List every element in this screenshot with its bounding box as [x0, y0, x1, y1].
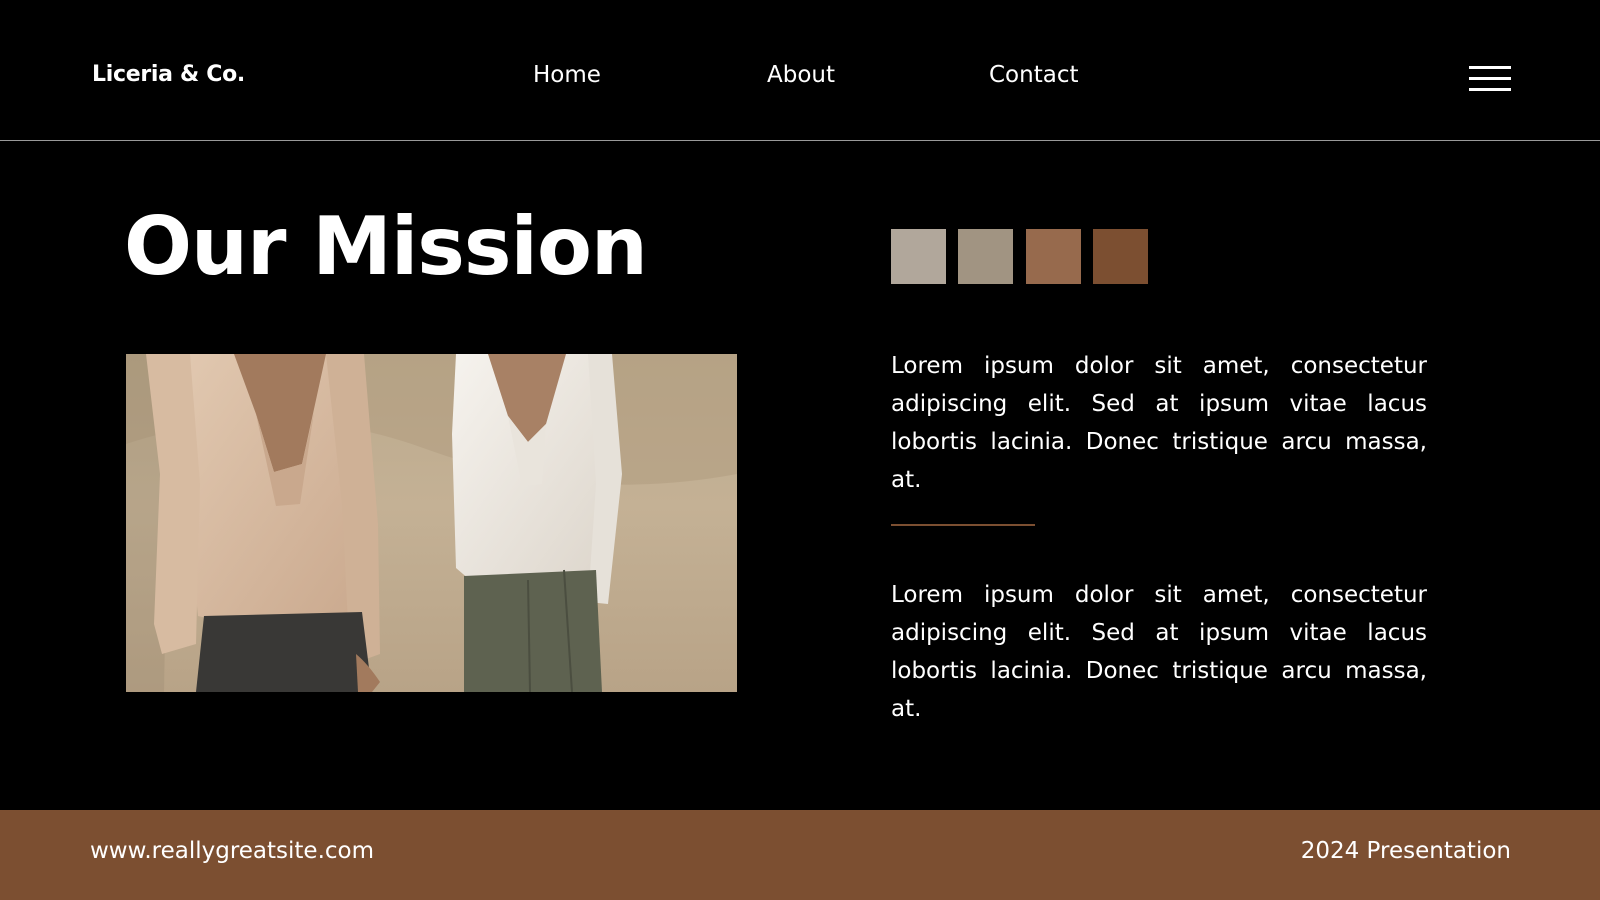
footer-website-link[interactable]: www.reallygreatsite.com: [90, 838, 374, 864]
nav-link-about[interactable]: About: [767, 62, 835, 88]
section-divider: [891, 524, 1035, 526]
models-photo: [126, 354, 737, 692]
page-title: Our Mission: [124, 200, 648, 293]
menu-icon-line: [1469, 88, 1511, 91]
footer-bar: www.reallygreatsite.com 2024 Presentatio…: [0, 810, 1600, 900]
mission-paragraph: Lorem ipsum dolor sit amet, consectetur …: [891, 582, 1427, 722]
hamburger-menu-icon[interactable]: [1469, 66, 1511, 92]
brand-logo-text[interactable]: Liceria & Co.: [92, 62, 245, 87]
menu-icon-line: [1469, 77, 1511, 80]
mission-paragraph: Lorem ipsum dolor sit amet, consectetur …: [891, 353, 1427, 493]
color-swatch: [1093, 229, 1148, 284]
nav-link-contact[interactable]: Contact: [989, 62, 1078, 88]
menu-icon-line: [1469, 66, 1511, 69]
color-swatch: [1026, 229, 1081, 284]
footer-presentation-label: 2024 Presentation: [1300, 838, 1511, 864]
top-nav-bar: Liceria & Co. Home About Contact: [0, 0, 1600, 141]
nav-link-home[interactable]: Home: [533, 62, 601, 88]
color-swatch: [891, 229, 946, 284]
color-swatch: [958, 229, 1013, 284]
